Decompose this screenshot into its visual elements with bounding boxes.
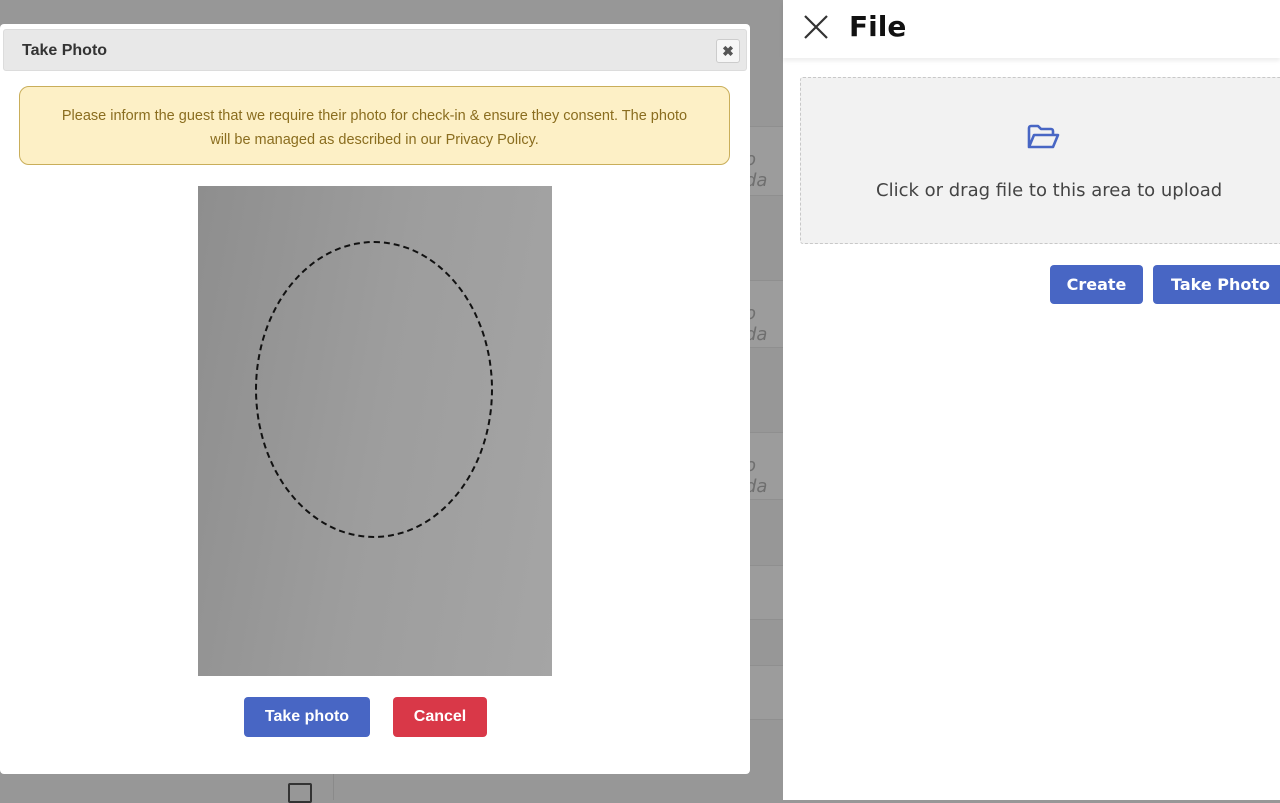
divider — [333, 774, 334, 800]
take-photo-panel-button[interactable]: Take Photo — [1153, 265, 1280, 304]
row-text: o da — [745, 149, 768, 191]
upload-text: Click or drag file to this area to uploa… — [876, 180, 1223, 201]
create-button[interactable]: Create — [1050, 265, 1143, 304]
close-icon[interactable] — [803, 14, 829, 40]
take-photo-button[interactable]: Take photo — [244, 697, 370, 737]
modal-header: Take Photo ✖ — [3, 29, 747, 71]
folder-open-icon — [1027, 124, 1060, 149]
row-text: o da — [745, 455, 768, 497]
cancel-button[interactable]: Cancel — [393, 697, 487, 737]
face-guide-oval — [255, 241, 493, 538]
file-panel: File Click or drag file to this area to … — [783, 0, 1280, 800]
modal-title: Take Photo — [22, 42, 108, 59]
camera-preview — [198, 186, 552, 676]
panel-title: File — [849, 10, 907, 43]
take-photo-modal: Take Photo ✖ Please inform the guest tha… — [0, 24, 750, 774]
row-text: o da — [745, 303, 768, 345]
close-icon[interactable]: ✖ — [716, 39, 740, 63]
calendar-icon[interactable] — [288, 783, 312, 803]
panel-header: File — [783, 0, 1280, 58]
upload-dropzone[interactable]: Click or drag file to this area to uploa… — [800, 77, 1280, 244]
consent-notice: Please inform the guest that we require … — [19, 86, 730, 165]
